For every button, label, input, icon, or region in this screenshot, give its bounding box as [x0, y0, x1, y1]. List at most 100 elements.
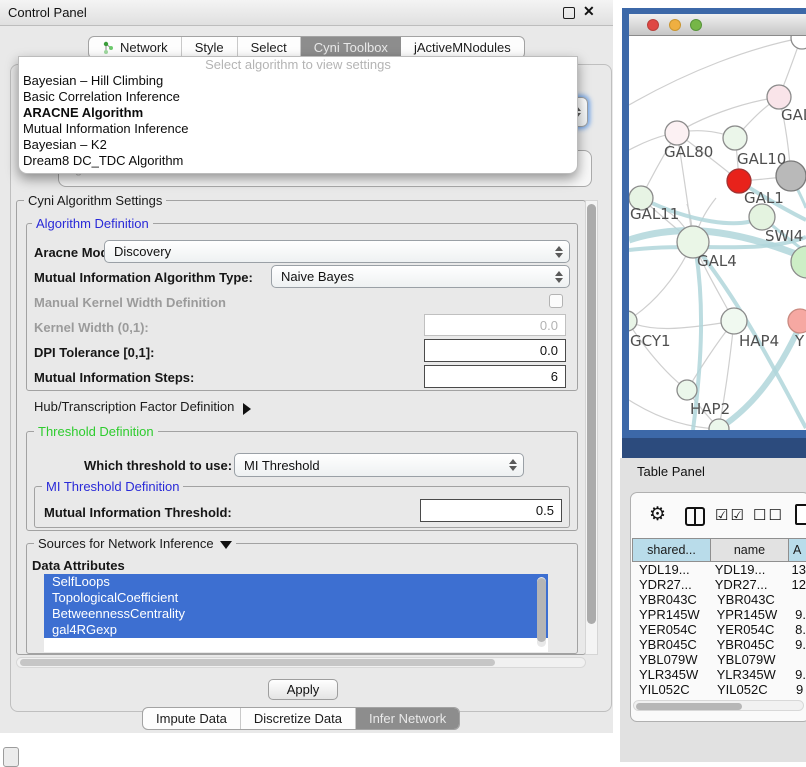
scrollbar-thumb[interactable] — [537, 578, 546, 642]
table-cell — [789, 592, 796, 607]
table-cell: YBL079W — [711, 652, 789, 667]
column-header-name[interactable]: name — [711, 538, 789, 562]
tab-label: jActiveMNodules — [414, 40, 511, 55]
dropdown-item[interactable]: Bayesian – K2 — [19, 137, 577, 153]
dropdown-item[interactable]: Dream8 DC_TDC Algorithm — [19, 153, 577, 169]
which-threshold-combo[interactable]: MI Threshold — [234, 453, 524, 477]
tab-discretize-data[interactable]: Discretize Data — [241, 708, 356, 729]
table-cell: YBR045C — [632, 637, 711, 652]
hub-transcription-label: Hub/Transcription Factor Definition — [34, 399, 234, 414]
network-node-hap2[interactable] — [677, 380, 697, 400]
list-item[interactable]: TopologicalCoefficient — [44, 590, 548, 606]
scrollbar-thumb[interactable] — [20, 659, 495, 666]
tab-network[interactable]: Network — [89, 37, 182, 58]
mi-steps-input[interactable]: 6 — [424, 365, 566, 388]
table-row[interactable]: YER054CYER054C8. — [632, 622, 806, 637]
table-cell: YBR043C — [711, 592, 789, 607]
network-node[interactable] — [791, 36, 806, 49]
table-row[interactable]: YDL19...YDL19...13 — [632, 562, 806, 577]
network-node-gcy1[interactable] — [629, 311, 637, 331]
table-cell: YDR27... — [632, 577, 709, 592]
table-row[interactable]: YBL079WYBL079W — [632, 652, 806, 667]
scrollbar-thumb[interactable] — [636, 703, 742, 710]
table-cell: YDL19... — [632, 562, 709, 577]
list-item[interactable]: BetweennessCentrality — [44, 606, 548, 622]
network-canvas[interactable]: GALGAL80GAL10GAL1GAL11SWI4GAL4GCY1HAP4YH… — [629, 36, 806, 430]
dropdown-item[interactable]: Mutual Information Inference — [19, 121, 577, 137]
network-node-gal10[interactable] — [723, 126, 747, 150]
network-edge[interactable] — [629, 321, 734, 329]
combo-stepper-icon — [555, 271, 563, 283]
tab-select[interactable]: Select — [238, 37, 301, 58]
network-node-gal80[interactable] — [665, 121, 689, 145]
tab-cyni-toolbox[interactable]: Cyni Toolbox — [301, 37, 401, 58]
table-cell: 9. — [788, 667, 806, 682]
table-cell: YDL19... — [709, 562, 785, 577]
tab-style[interactable]: Style — [182, 37, 238, 58]
mi-threshold-input[interactable]: 0.5 — [420, 499, 562, 522]
table-row[interactable]: YBR045CYBR045C9. — [632, 637, 806, 652]
table-cell: YIL052C — [632, 682, 711, 697]
list-item[interactable]: gal4RGexp — [44, 622, 548, 638]
kernel-width-value: 0.0 — [540, 318, 558, 333]
dropdown-item-selected[interactable]: ARACNE Algorithm — [19, 105, 577, 121]
node-label: HAP2 — [690, 400, 730, 418]
table-horizontal-scrollbar[interactable] — [633, 700, 804, 711]
dropdown-item[interactable]: Bayesian – Hill Climbing — [19, 73, 577, 89]
list-vertical-scrollbar[interactable] — [537, 577, 546, 647]
column-header-partial[interactable]: A — [789, 538, 806, 562]
column-header-shared-name[interactable]: shared... — [632, 538, 711, 562]
gear-icon[interactable]: ⚙ — [649, 505, 666, 525]
tab-label: Cyni Toolbox — [314, 40, 388, 55]
kernel-width-input[interactable]: 0.0 — [424, 314, 566, 336]
algorithm-dropdown-popup: Select algorithm to view settings Bayesi… — [18, 56, 578, 174]
settings-horizontal-scrollbar[interactable] — [16, 657, 586, 668]
document-icon[interactable] — [795, 504, 806, 525]
data-attributes-label: Data Attributes — [32, 558, 125, 573]
list-item[interactable]: SelfLoops — [44, 574, 548, 590]
mi-algorithm-type-combo[interactable]: Naive Bayes — [271, 265, 570, 288]
table-row[interactable]: YLR345WYLR345W9. — [632, 667, 806, 682]
tab-jactivemnodules[interactable]: jActiveMNodules — [401, 37, 524, 58]
tab-impute-data[interactable]: Impute Data — [143, 708, 241, 729]
aracne-mode-combo[interactable]: Discovery — [104, 240, 570, 263]
close-icon[interactable]: ✕ — [583, 3, 595, 20]
network-node-hap4[interactable] — [721, 308, 747, 334]
dropdown-item[interactable]: Basic Correlation Inference — [19, 89, 577, 105]
node-label: SWI4 — [765, 227, 803, 245]
scrollbar-thumb[interactable] — [587, 204, 596, 624]
close-traffic-light[interactable] — [647, 19, 659, 31]
dpi-tolerance-input[interactable]: 0.0 — [424, 339, 566, 362]
dropdown-placeholder: Select algorithm to view settings — [19, 57, 577, 73]
minimize-traffic-light[interactable] — [669, 19, 681, 31]
zoom-traffic-light[interactable] — [690, 19, 702, 31]
mi-threshold-value: 0.5 — [536, 503, 554, 518]
table-row[interactable]: YIL052CYIL052C9 — [632, 682, 806, 697]
hub-transcription-expander[interactable]: Hub/Transcription Factor Definition — [34, 399, 251, 414]
table-row[interactable]: YBR043CYBR043C — [632, 592, 806, 607]
deselect-all-checks-icon[interactable]: ☐☐ — [753, 506, 784, 524]
node-label: GCY1 — [630, 332, 671, 350]
tab-label: Network — [120, 40, 168, 55]
select-all-checks-icon[interactable]: ☑☑ — [715, 506, 746, 524]
manual-kernel-checkbox[interactable] — [549, 294, 563, 308]
network-canvas-svg: GALGAL80GAL10GAL1GAL11SWI4GAL4GCY1HAP4YH… — [629, 36, 806, 430]
tab-infer-network[interactable]: Infer Network — [356, 708, 459, 729]
apply-button[interactable]: Apply — [268, 679, 338, 700]
float-icon[interactable] — [563, 7, 575, 19]
window-frame-strip — [622, 438, 806, 458]
table-cell: 9. — [788, 637, 806, 652]
network-node-y[interactable] — [788, 309, 806, 333]
threshold-definition-title: Threshold Definition — [34, 424, 158, 439]
columns-icon[interactable] — [685, 507, 705, 526]
settings-vertical-scrollbar[interactable] — [585, 200, 598, 655]
collapse-arrow-icon — [220, 541, 232, 549]
network-view-window: GALGAL80GAL10GAL1GAL11SWI4GAL4GCY1HAP4YH… — [622, 8, 806, 438]
table-cell: YBL079W — [632, 652, 711, 667]
which-threshold-label: Which threshold to use: — [84, 458, 232, 473]
combo-stepper-icon — [509, 459, 517, 471]
bottom-left-icon[interactable] — [3, 747, 19, 767]
table-row[interactable]: YPR145WYPR145W9. — [632, 607, 806, 622]
table-row[interactable]: YDR27...YDR27...12 — [632, 577, 806, 592]
settings-group-title: Cyni Algorithm Settings — [24, 193, 166, 208]
